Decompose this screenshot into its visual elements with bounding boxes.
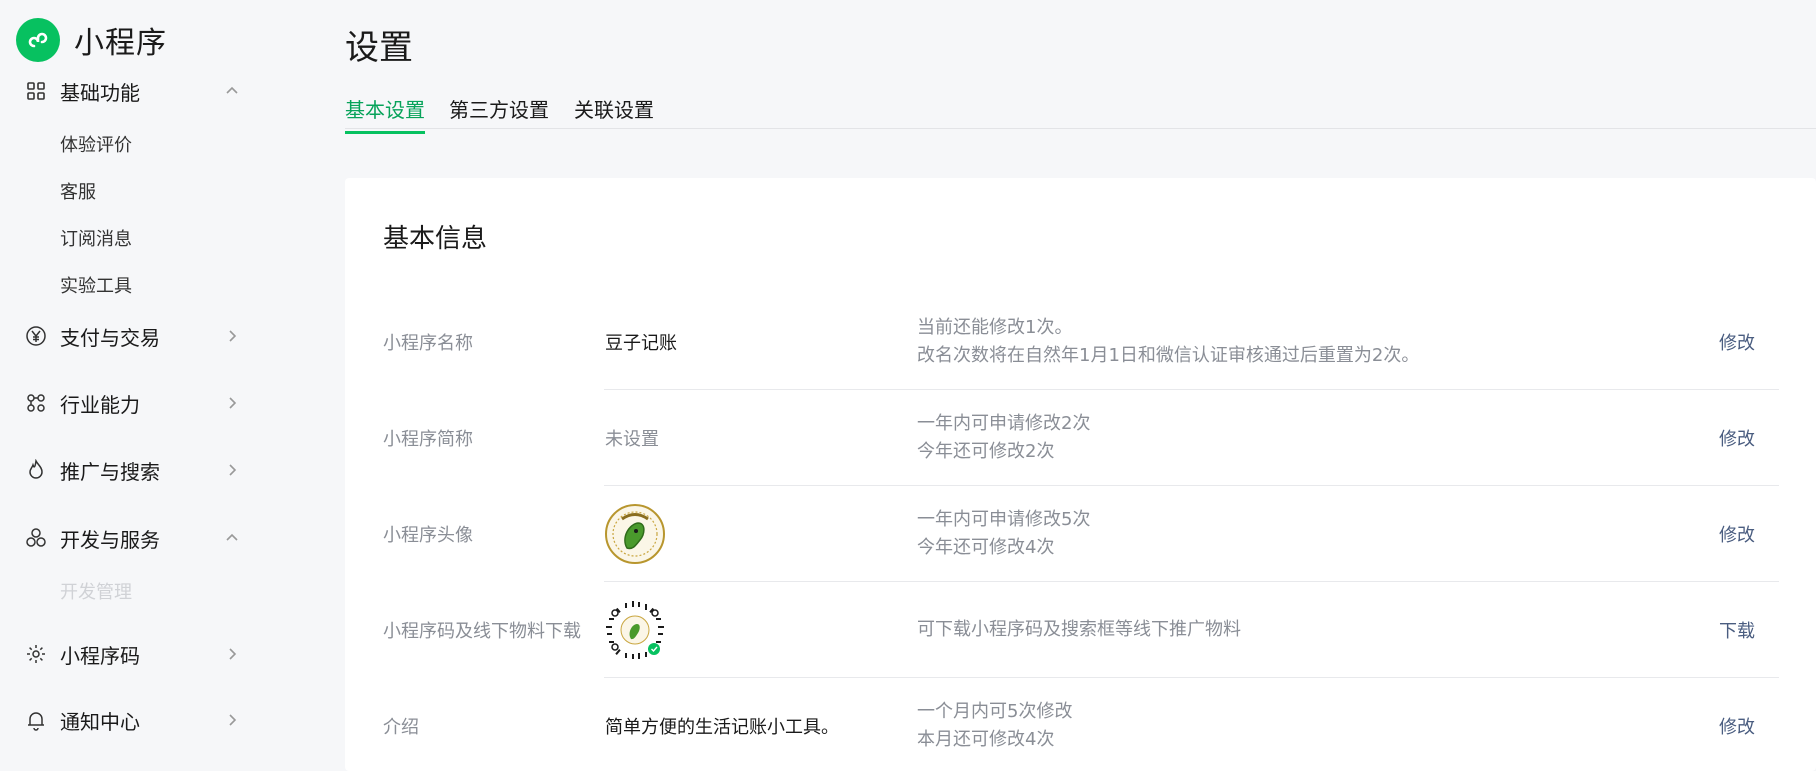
sidebar-item-subscribe-message[interactable]: 订阅消息 [60, 225, 132, 251]
row-desc: 可下载小程序码及搜索框等线下推广物料 [917, 616, 1241, 644]
chevron-right-icon [220, 458, 244, 482]
row-desc: 一年内可申请修改2次 今年还可修改2次 [917, 410, 1090, 466]
row-miniprogram-intro: 介绍 简单方便的生活记账小工具。 一个月内可5次修改 本月还可修改4次 修改 [383, 678, 1779, 771]
bell-icon [24, 708, 48, 732]
sidebar-group-label: 推广与搜索 [60, 459, 160, 484]
download-code-link[interactable]: 下载 [1719, 617, 1755, 643]
sidebar-group-label: 通知中心 [60, 709, 140, 734]
sidebar-group-promotion[interactable]: 推广与搜索 [24, 450, 244, 490]
sidebar-group-miniprogram-code[interactable]: 小程序码 [24, 634, 244, 674]
row-label: 小程序头像 [383, 525, 473, 546]
tab-third-party-settings[interactable]: 第三方设置 [449, 94, 549, 131]
miniprogram-logo-icon [16, 18, 60, 62]
row-desc-line: 一年内可申请修改5次 [917, 509, 1091, 530]
sidebar-group-label: 开发与服务 [60, 527, 160, 552]
row-desc-line: 本月还可修改4次 [917, 729, 1055, 750]
sidebar-item-lab-tools[interactable]: 实验工具 [60, 272, 132, 298]
brand-name: 小程序 [74, 26, 167, 61]
row-miniprogram-code-download: 小程序码及线下物料下载 可下载小程序码及搜索框等线下推广物料 下载 [383, 582, 1779, 678]
row-miniprogram-name: 小程序名称 豆子记账 当前还能修改1次。 改名次数将在自然年1月1日和微信认证审… [383, 294, 1779, 390]
sidebar-group-label: 支付与交易 [60, 325, 160, 350]
page-title: 设置 [345, 28, 413, 68]
row-miniprogram-short-name: 小程序简称 未设置 一年内可申请修改2次 今年还可修改2次 修改 [383, 390, 1779, 486]
sidebar-item-experience[interactable]: 体验评价 [60, 131, 132, 157]
chevron-up-icon [220, 526, 244, 550]
sidebar-group-label: 小程序码 [60, 643, 140, 668]
row-desc-line: 一个月内可5次修改 [917, 701, 1073, 722]
chevron-right-icon [220, 324, 244, 348]
row-desc-line: 今年还可修改4次 [917, 537, 1055, 558]
row-value: 豆子记账 [605, 333, 677, 354]
app-window: 小程序 基础功能 体验评价 客服 订阅消息 实验工具 支付与交易 行业能力 推广… [0, 0, 1816, 771]
avatar [605, 504, 665, 564]
chevron-up-icon [220, 79, 244, 103]
row-desc-line: 当前还能修改1次。 [917, 317, 1073, 338]
chevron-right-icon [220, 708, 244, 732]
row-desc-line: 改名次数将在自然年1月1日和微信认证审核通过后重置为2次。 [917, 345, 1420, 366]
brand[interactable]: 小程序 [16, 18, 167, 62]
row-desc: 一个月内可5次修改 本月还可修改4次 [917, 698, 1072, 754]
tab-basic-settings[interactable]: 基本设置 [345, 94, 425, 134]
qrcode-spark-icon [24, 642, 48, 666]
row-desc: 当前还能修改1次。 改名次数将在自然年1月1日和微信认证审核通过后重置为2次。 [917, 314, 1419, 370]
flame-icon [24, 458, 48, 482]
sidebar-group-payment[interactable]: 支付与交易 [24, 316, 244, 356]
sidebar-group-label: 基础功能 [60, 80, 140, 105]
row-value: 简单方便的生活记账小工具。 [605, 717, 839, 738]
nodes-icon [24, 391, 48, 415]
row-label: 小程序码及线下物料下载 [383, 621, 581, 642]
row-miniprogram-avatar: 小程序头像 一年内可申请修改5次 今年还可修改4次 修改 [383, 486, 1779, 582]
edit-short-name-link[interactable]: 修改 [1719, 425, 1755, 451]
edit-avatar-link[interactable]: 修改 [1719, 521, 1755, 547]
edit-intro-link[interactable]: 修改 [1719, 713, 1755, 739]
row-desc: 一年内可申请修改5次 今年还可修改4次 [917, 506, 1090, 562]
sidebar-item-dev-management[interactable]: 开发管理 [60, 578, 132, 604]
row-label: 介绍 [383, 717, 419, 738]
row-desc-line: 一年内可申请修改2次 [917, 413, 1091, 434]
sidebar-item-customer-service[interactable]: 客服 [60, 178, 96, 204]
grid-icon [24, 79, 48, 103]
sidebar-group-notifications[interactable]: 通知中心 [24, 700, 244, 740]
sidebar-group-industry[interactable]: 行业能力 [24, 383, 244, 423]
sidebar: 小程序 基础功能 体验评价 客服 订阅消息 实验工具 支付与交易 行业能力 推广… [0, 0, 300, 771]
row-desc-line: 可下载小程序码及搜索框等线下推广物料 [917, 619, 1241, 640]
card-title: 基本信息 [383, 224, 488, 254]
row-label: 小程序简称 [383, 429, 473, 450]
yen-icon [24, 324, 48, 348]
miniprogram-code-image [605, 600, 665, 660]
basic-info-card: 基本信息 小程序名称 豆子记账 当前还能修改1次。 改名次数将在自然年1月1日和… [345, 178, 1816, 771]
sidebar-group-label: 行业能力 [60, 392, 140, 417]
edit-name-link[interactable]: 修改 [1719, 329, 1755, 355]
settings-tabs: 基本设置 第三方设置 关联设置 [345, 88, 1816, 134]
row-label: 小程序名称 [383, 333, 473, 354]
tab-related-settings[interactable]: 关联设置 [574, 94, 654, 131]
row-value: 未设置 [605, 429, 659, 450]
chevron-right-icon [220, 642, 244, 666]
circles-icon [24, 526, 48, 550]
sidebar-group-dev-services[interactable]: 开发与服务 [24, 518, 244, 558]
chevron-right-icon [220, 391, 244, 415]
row-desc-line: 今年还可修改2次 [917, 441, 1055, 462]
sidebar-group-basic[interactable]: 基础功能 [24, 71, 244, 111]
